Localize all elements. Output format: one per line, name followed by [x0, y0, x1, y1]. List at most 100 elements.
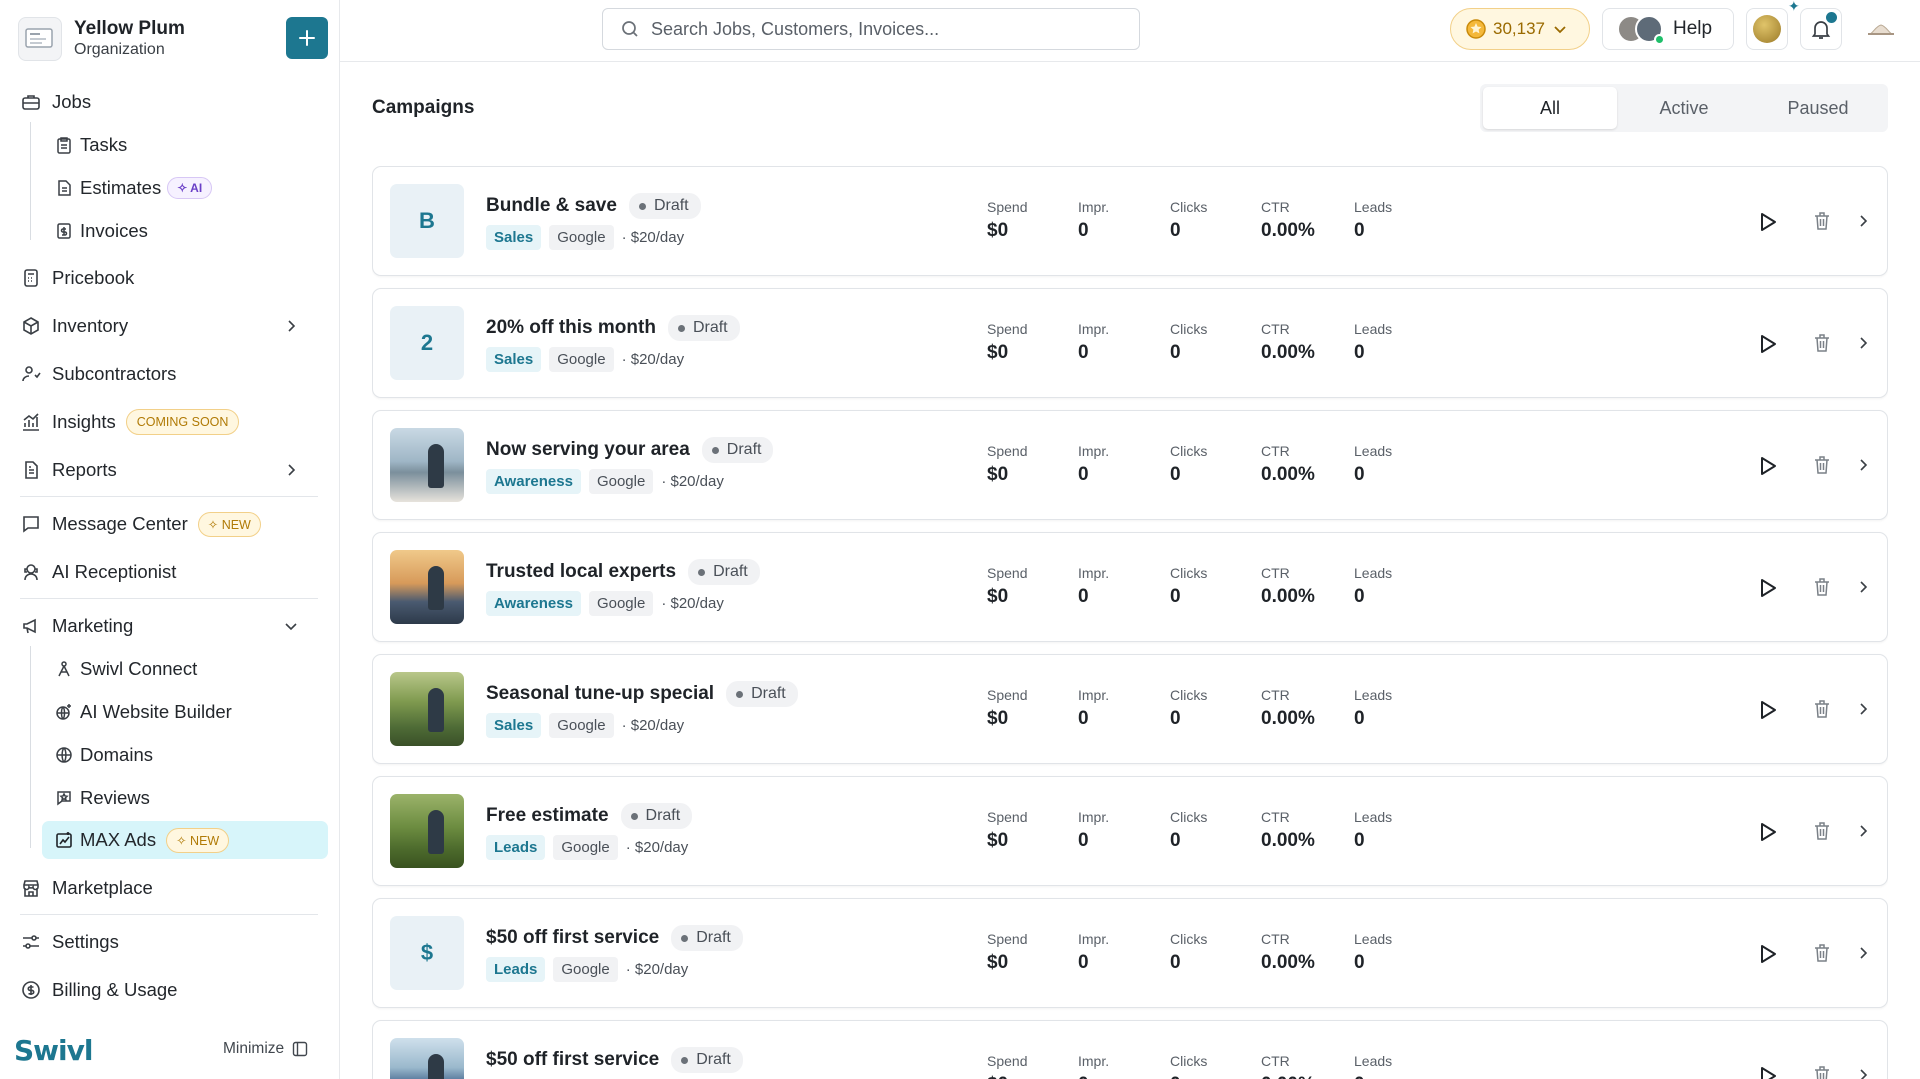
play-icon[interactable]	[1755, 1064, 1779, 1079]
sidebar-item-message-center[interactable]: Message Center ✧ NEW	[20, 506, 261, 542]
trash-icon[interactable]	[1811, 332, 1833, 354]
sidebar-item-pricebook[interactable]: Pricebook	[20, 260, 134, 296]
connect-icon	[54, 659, 74, 679]
play-icon[interactable]	[1755, 942, 1779, 966]
trash-icon[interactable]	[1811, 820, 1833, 842]
document-icon	[54, 178, 74, 198]
sidebar-item-reports[interactable]: Reports	[20, 452, 320, 488]
add-button[interactable]	[286, 17, 328, 59]
chevron-down-icon	[285, 623, 297, 631]
sidebar-item-marketing[interactable]: Marketing	[20, 608, 320, 644]
brand-logo[interactable]: Swivl	[14, 1034, 93, 1067]
sidebar-item-marketplace[interactable]: Marketplace	[20, 870, 153, 906]
sidebar-item-domains[interactable]: Domains	[54, 737, 153, 773]
sidebar-item-insights[interactable]: Insights COMING SOON	[20, 404, 240, 440]
profile-avatar-button[interactable]	[1746, 8, 1788, 50]
metric-clicks: Clicks0	[1170, 321, 1208, 363]
sidebar-item-label: Jobs	[52, 91, 92, 112]
chevron-right-icon[interactable]	[1854, 578, 1872, 596]
sidebar-item-ai-website-builder[interactable]: AI Website Builder	[54, 694, 232, 730]
sidebar-item-label: Invoices	[80, 220, 148, 241]
metric-leads: Leads0	[1354, 199, 1393, 241]
campaign-title: Now serving your area	[486, 439, 690, 460]
trash-icon[interactable]	[1811, 698, 1833, 720]
org-switcher[interactable]: Yellow Plum Organization	[18, 14, 328, 64]
sidebar-item-swivl-connect[interactable]: Swivl Connect	[54, 651, 197, 687]
sidebar-item-subcontractors[interactable]: Subcontractors	[20, 356, 176, 392]
status-badge: Draft	[671, 1047, 743, 1073]
trash-icon[interactable]	[1811, 210, 1833, 232]
chevron-right-icon[interactable]	[1854, 334, 1872, 352]
sidebar-item-max-ads[interactable]: MAX Ads ✧ NEW	[54, 822, 230, 858]
sidebar-item-label: Marketing	[52, 615, 134, 636]
campaign-card[interactable]: Trusted local experts Draft Awareness Go…	[372, 532, 1888, 642]
campaign-title: $50 off first service	[486, 1049, 660, 1070]
search-box[interactable]	[602, 8, 1140, 50]
sidebar-item-ai-receptionist[interactable]: AI Receptionist	[20, 554, 176, 590]
tab-paused[interactable]: Paused	[1751, 87, 1885, 129]
play-icon[interactable]	[1755, 332, 1779, 356]
chevron-right-icon[interactable]	[1854, 456, 1872, 474]
metric-ctr: CTR0.00%	[1261, 809, 1315, 851]
hat-icon[interactable]	[1866, 18, 1896, 40]
campaign-card[interactable]: $ $50 off first service Draft Leads Goog…	[372, 898, 1888, 1008]
campaign-card[interactable]: Seasonal tune-up special Draft Sales Goo…	[372, 654, 1888, 764]
sidebar-item-jobs[interactable]: Jobs	[20, 84, 91, 120]
search-input[interactable]	[651, 18, 1111, 40]
sidebar-item-inventory[interactable]: Inventory	[20, 308, 320, 344]
metric-leads: Leads0	[1354, 565, 1393, 607]
sidebar-item-estimates[interactable]: Estimates ✧ AI	[54, 170, 213, 206]
minimize-button[interactable]: Minimize	[223, 1040, 308, 1058]
status-filter: All Active Paused	[1480, 84, 1888, 132]
sidebar-item-tasks[interactable]: Tasks	[54, 127, 127, 163]
play-icon[interactable]	[1755, 454, 1779, 478]
trash-icon[interactable]	[1811, 454, 1833, 476]
metric-leads: Leads0	[1354, 931, 1393, 973]
metric-clicks: Clicks0	[1170, 931, 1208, 973]
campaign-card[interactable]: Now serving your area Draft Awareness Go…	[372, 410, 1888, 520]
play-icon[interactable]	[1755, 698, 1779, 722]
campaign-title: 20% off this month	[486, 317, 656, 338]
play-icon[interactable]	[1755, 820, 1779, 844]
play-icon[interactable]	[1755, 210, 1779, 234]
sidebar-item-label: AI Website Builder	[80, 701, 232, 722]
sidebar-item-label: Billing & Usage	[52, 979, 178, 1000]
campaign-card[interactable]: $50 off first service Draft Leads Google…	[372, 1020, 1888, 1079]
status-badge: Draft	[671, 925, 743, 951]
metric-ctr: CTR0.00%	[1261, 199, 1315, 241]
play-icon[interactable]	[1755, 576, 1779, 600]
campaign-card[interactable]: Free estimate Draft Leads Google · $20/d…	[372, 776, 1888, 886]
tab-active[interactable]: Active	[1617, 87, 1751, 129]
trash-icon[interactable]	[1811, 576, 1833, 598]
notifications-button[interactable]	[1800, 8, 1842, 50]
sidebar-item-label: Settings	[52, 931, 119, 952]
chevron-right-icon[interactable]	[1854, 944, 1872, 962]
help-button[interactable]: Help	[1602, 8, 1734, 50]
sidebar-item-invoices[interactable]: Invoices	[54, 213, 148, 249]
campaign-source-tag: Google	[588, 469, 654, 494]
calculator-icon	[20, 267, 42, 289]
campaign-source-tag: Google	[553, 957, 618, 982]
campaign-card[interactable]: B Bundle & save Draft Sales Google · $20…	[372, 166, 1888, 276]
tab-all[interactable]: All	[1483, 87, 1617, 129]
chevron-right-icon[interactable]	[1854, 822, 1872, 840]
campaign-budget: · $20/day	[661, 473, 724, 490]
org-type: Organization	[74, 41, 165, 58]
sidebar-item-settings[interactable]: Settings	[20, 924, 119, 960]
sidebar-item-billing[interactable]: Billing & Usage	[20, 972, 177, 1008]
sidebar-item-label: Reports	[52, 459, 117, 480]
trash-icon[interactable]	[1811, 942, 1833, 964]
sidebar-item-label: Message Center	[52, 513, 188, 534]
campaign-type-tag: Leads	[486, 957, 546, 982]
campaign-card[interactable]: 2 20% off this month Draft Sales Google …	[372, 288, 1888, 398]
trash-icon[interactable]	[1811, 1064, 1833, 1079]
chevron-right-icon[interactable]	[1854, 212, 1872, 230]
metric-clicks: Clicks0	[1170, 687, 1208, 729]
chevron-right-icon[interactable]	[1854, 700, 1872, 718]
credits-button[interactable]: 30,137	[1450, 8, 1590, 50]
metric-clicks: Clicks0	[1170, 199, 1208, 241]
status-badge: Draft	[628, 193, 701, 219]
sidebar-item-reviews[interactable]: Reviews	[54, 780, 150, 816]
chevron-right-icon[interactable]	[1854, 1066, 1872, 1079]
sidebar-item-label: Marketplace	[52, 877, 153, 898]
